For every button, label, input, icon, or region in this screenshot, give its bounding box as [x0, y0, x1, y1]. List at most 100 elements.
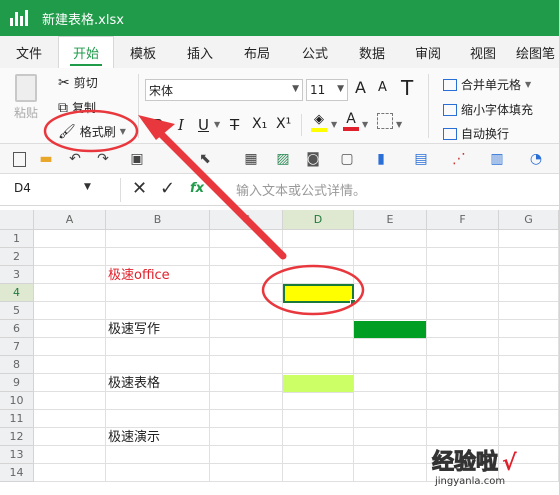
table-button[interactable]: ▦: [242, 150, 260, 168]
grid-cell[interactable]: [34, 338, 106, 356]
grid-cell[interactable]: [354, 230, 427, 248]
merge-cells-button[interactable]: 合并单元格 ▼: [443, 76, 531, 93]
shrink-to-fit-button[interactable]: 缩小字体填充: [443, 101, 533, 118]
increase-font-button[interactable]: A: [355, 78, 366, 97]
column-header[interactable]: B: [106, 210, 210, 230]
insert-function-button[interactable]: fx: [190, 181, 204, 196]
pie-chart-button[interactable]: ◔: [527, 150, 545, 168]
grid-cell[interactable]: [283, 428, 354, 446]
grid-cell[interactable]: [283, 266, 354, 284]
confirm-button[interactable]: ✓: [160, 178, 175, 199]
row-header[interactable]: 10: [0, 392, 34, 410]
tab-draw[interactable]: 绘图笔: [510, 36, 559, 68]
grid-cell[interactable]: [34, 284, 106, 302]
shape-button[interactable]: ▢: [338, 150, 356, 168]
grid-cell[interactable]: [106, 302, 210, 320]
screenshot-button[interactable]: ◙: [304, 150, 322, 168]
grid-cell[interactable]: [499, 374, 559, 392]
grid-cell[interactable]: [499, 230, 559, 248]
grid-cell[interactable]: [34, 248, 106, 266]
grid-cell[interactable]: [34, 428, 106, 446]
grid-cell[interactable]: [354, 356, 427, 374]
column-header[interactable]: A: [34, 210, 106, 230]
borders-menu[interactable]: ▼: [396, 120, 402, 129]
tab-file[interactable]: 文件: [0, 36, 58, 68]
grid-cell[interactable]: [499, 356, 559, 374]
italic-button[interactable]: I: [178, 116, 184, 134]
row-header[interactable]: 7: [0, 338, 34, 356]
grid-cell[interactable]: [354, 428, 427, 446]
grid-cell[interactable]: [283, 338, 354, 356]
combo-chart-button[interactable]: ▥: [488, 150, 506, 168]
tab-layout[interactable]: 布局: [228, 36, 286, 68]
row-header[interactable]: 14: [0, 464, 34, 482]
tab-insert[interactable]: 插入: [172, 36, 228, 68]
grid-cell[interactable]: [283, 392, 354, 410]
new-file-button[interactable]: [10, 150, 28, 168]
grid-cell[interactable]: [427, 338, 499, 356]
row-header[interactable]: 6: [0, 320, 34, 338]
subscript-button[interactable]: X₁: [252, 116, 267, 132]
grid-cell[interactable]: [354, 392, 427, 410]
grid-cell[interactable]: [427, 392, 499, 410]
grid-cell[interactable]: [499, 392, 559, 410]
tab-review[interactable]: 审阅: [400, 36, 456, 68]
grid-cell[interactable]: [354, 374, 427, 392]
grid-cell[interactable]: [499, 284, 559, 302]
row-header[interactable]: 3: [0, 266, 34, 284]
grid-cell[interactable]: [34, 266, 106, 284]
grid-cell[interactable]: [34, 446, 106, 464]
row-header[interactable]: 8: [0, 356, 34, 374]
copy-button[interactable]: ⧉ 复制: [58, 99, 96, 116]
chart-button[interactable]: ▮: [372, 150, 390, 168]
grid-cell[interactable]: [427, 284, 499, 302]
strikethrough-button[interactable]: T: [230, 116, 239, 134]
format-painter-button[interactable]: 🖌 格式刷 ▼: [58, 123, 126, 140]
grid-cell[interactable]: [34, 230, 106, 248]
cell-e6-green[interactable]: [354, 321, 427, 339]
bar-chart-button[interactable]: ▤: [412, 150, 430, 168]
grid-cell[interactable]: [210, 410, 283, 428]
grid-cell[interactable]: [210, 374, 283, 392]
tab-template[interactable]: 模板: [114, 36, 172, 68]
grid-cell[interactable]: [427, 302, 499, 320]
grid-cell[interactable]: [427, 374, 499, 392]
cut-button[interactable]: ✂ 剪切: [58, 74, 98, 91]
grid-cell[interactable]: [499, 410, 559, 428]
grid-cell[interactable]: [354, 464, 427, 482]
row-header[interactable]: 12: [0, 428, 34, 446]
grid-cell[interactable]: [34, 410, 106, 428]
grid-cell[interactable]: [354, 338, 427, 356]
grid-cell[interactable]: [210, 248, 283, 266]
underline-button[interactable]: U: [198, 116, 209, 134]
grid-cell[interactable]: [34, 392, 106, 410]
line-chart-button[interactable]: ⋰: [450, 150, 468, 168]
name-box[interactable]: D4: [14, 181, 84, 195]
font-color-button[interactable]: A: [343, 112, 359, 131]
row-header[interactable]: 5: [0, 302, 34, 320]
grid-cell[interactable]: [427, 320, 499, 338]
grid-cell[interactable]: [354, 446, 427, 464]
image-button[interactable]: ▨: [274, 150, 292, 168]
superscript-button[interactable]: X¹: [276, 116, 291, 132]
column-header[interactable]: E: [354, 210, 427, 230]
grid-cell[interactable]: [210, 284, 283, 302]
cell-d9-lightgreen[interactable]: [283, 375, 354, 393]
grid-cell[interactable]: [427, 248, 499, 266]
tab-formula[interactable]: 公式: [286, 36, 344, 68]
grid-cell[interactable]: [499, 338, 559, 356]
grid-cell[interactable]: [354, 410, 427, 428]
select-button[interactable]: ⬉: [196, 150, 214, 168]
grid-cell[interactable]: [210, 356, 283, 374]
grid-cell[interactable]: [283, 410, 354, 428]
name-box-dropdown[interactable]: ▼: [84, 182, 91, 192]
formula-input[interactable]: 输入文本或公式详情。: [236, 180, 366, 199]
grid-cell[interactable]: [34, 356, 106, 374]
column-header[interactable]: F: [427, 210, 499, 230]
wrap-text-button[interactable]: 自动换行: [443, 125, 509, 142]
grid-cell[interactable]: [210, 320, 283, 338]
column-header[interactable]: C: [210, 210, 283, 230]
grid-cell[interactable]: [427, 410, 499, 428]
font-name-select[interactable]: 宋体 ▼: [145, 79, 303, 101]
underline-menu[interactable]: ▼: [214, 120, 220, 129]
